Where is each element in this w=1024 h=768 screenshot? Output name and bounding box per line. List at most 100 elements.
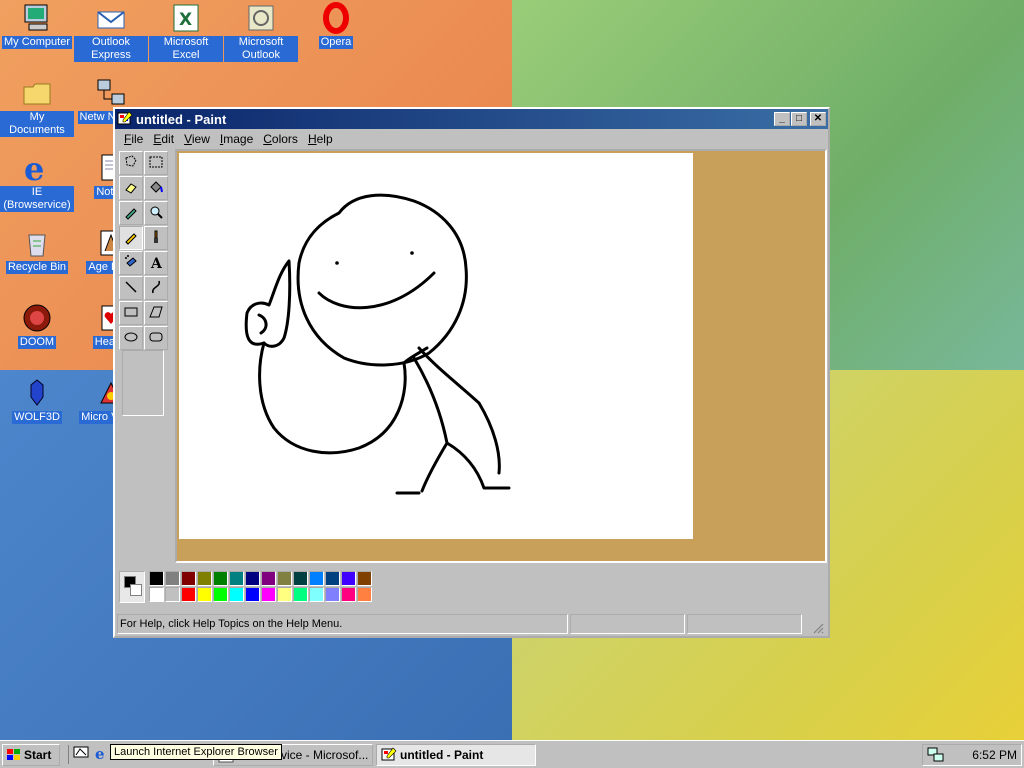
tool-rectangle[interactable] (119, 301, 143, 325)
desktop-icon-label: Outlook Express (74, 36, 148, 62)
tooltip: Launch Internet Explorer Browser (110, 744, 282, 760)
menu-bar: File Edit View Image Colors Help (115, 129, 828, 149)
desktop-icon-opera[interactable]: Opera (299, 2, 373, 49)
tool-airbrush[interactable] (119, 251, 143, 275)
tool-polygon[interactable] (144, 301, 168, 325)
color-swatch[interactable] (229, 587, 244, 602)
desktop-icon-wolf3d[interactable]: WOLF3D (0, 377, 74, 424)
color-swatch[interactable] (197, 587, 212, 602)
clock[interactable]: 6:52 PM (972, 748, 1017, 762)
excel-icon: X (170, 2, 202, 34)
color-swatch[interactable] (277, 571, 292, 586)
color-swatch[interactable] (309, 571, 324, 586)
tool-eraser[interactable] (119, 176, 143, 200)
background-color[interactable] (130, 584, 142, 596)
color-swatch[interactable] (357, 587, 372, 602)
status-size (687, 614, 802, 634)
tool-pencil[interactable] (119, 226, 143, 250)
color-swatch[interactable] (261, 587, 276, 602)
maximize-icon: □ (795, 113, 803, 124)
color-swatch[interactable] (181, 587, 196, 602)
brush-icon (148, 229, 164, 248)
tool-text[interactable]: A (144, 251, 168, 275)
tool-curve[interactable] (144, 276, 168, 300)
desktop-icon-folder[interactable]: My Documents (0, 77, 74, 137)
menu-view[interactable]: View (179, 132, 215, 146)
tool-fill-bucket[interactable] (144, 176, 168, 200)
color-swatch[interactable] (341, 571, 356, 586)
color-swatch[interactable] (357, 571, 372, 586)
color-swatch[interactable] (261, 571, 276, 586)
menu-colors[interactable]: Colors (258, 132, 303, 146)
color-swatch[interactable] (293, 587, 308, 602)
menu-colors-rest: olors (271, 132, 298, 146)
internet-explorer-icon[interactable]: e (93, 745, 109, 764)
tool-line[interactable] (119, 276, 143, 300)
color-swatch[interactable] (197, 571, 212, 586)
color-swatch[interactable] (149, 587, 164, 602)
color-swatch[interactable] (165, 587, 180, 602)
pencil-icon (123, 229, 139, 248)
magnifier-icon (148, 204, 164, 223)
paint-window[interactable]: untitled - Paint _ □ ✕ File Edit View Im… (113, 107, 830, 638)
drawing-canvas[interactable] (179, 153, 693, 539)
color-swatch[interactable] (213, 587, 228, 602)
title-bar[interactable]: untitled - Paint _ □ ✕ (115, 109, 828, 129)
task-paint[interactable]: untitled - Paint (376, 743, 536, 766)
desktop-icon-doom[interactable]: DOOM (0, 302, 74, 349)
menu-help[interactable]: Help (303, 132, 338, 146)
desktop-icon-label: WOLF3D (12, 411, 62, 424)
drawing (244, 193, 511, 495)
tool-select[interactable] (144, 151, 168, 175)
menu-edit-rest: dit (161, 132, 175, 146)
tool-ellipse[interactable] (119, 326, 143, 350)
tool-color-picker[interactable] (119, 201, 143, 225)
desktop-icon-computer[interactable]: My Computer (0, 2, 74, 49)
color-swatch[interactable] (309, 587, 324, 602)
close-icon: ✕ (813, 113, 823, 124)
show-desktop-icon[interactable] (73, 745, 89, 764)
menu-image[interactable]: Image (215, 132, 258, 146)
color-swatch[interactable] (277, 587, 292, 602)
color-swatch[interactable] (245, 587, 260, 602)
desktop-icon-outlook[interactable]: Microsoft Outlook (224, 2, 298, 62)
current-colors[interactable] (119, 571, 145, 603)
maximize-button[interactable]: □ (791, 112, 807, 126)
close-button[interactable]: ✕ (810, 112, 826, 126)
doom-icon (21, 302, 53, 334)
start-button[interactable]: Start (2, 743, 60, 766)
desktop-icon-recycle-bin[interactable]: Recycle Bin (0, 227, 74, 274)
color-swatch[interactable] (341, 587, 356, 602)
svg-text:e: e (24, 152, 44, 184)
color-swatch[interactable] (325, 571, 340, 586)
minimize-button[interactable]: _ (774, 112, 790, 126)
tool-options[interactable] (122, 350, 164, 416)
menu-edit[interactable]: Edit (148, 132, 179, 146)
menu-file-rest: ile (131, 132, 144, 146)
desktop-icon-label: Microsoft Outlook (224, 36, 298, 62)
tool-free-form-select[interactable] (119, 151, 143, 175)
color-swatch[interactable] (213, 571, 228, 586)
window-title: untitled - Paint (136, 111, 227, 127)
desktop-icon-outlook-express[interactable]: Outlook Express (74, 2, 148, 62)
color-swatch[interactable] (181, 571, 196, 586)
color-swatch[interactable] (293, 571, 308, 586)
svg-text:A: A (150, 256, 163, 270)
tool-brush[interactable] (144, 226, 168, 250)
desktop-icon-internet-explorer[interactable]: e IE (Browservice) (0, 152, 74, 212)
network-tray-icon[interactable] (927, 747, 945, 763)
color-swatch[interactable] (165, 571, 180, 586)
start-label: Start (24, 747, 52, 762)
computer-icon (21, 2, 53, 34)
desktop-icon-label: My Documents (0, 111, 74, 137)
color-swatch[interactable] (325, 587, 340, 602)
color-swatch[interactable] (245, 571, 260, 586)
desktop-icon-excel[interactable]: X Microsoft Excel (149, 2, 223, 62)
menu-file[interactable]: File (119, 132, 148, 146)
tool-rounded-rectangle[interactable] (144, 326, 168, 350)
color-picker-icon (123, 204, 139, 223)
tool-magnifier[interactable] (144, 201, 168, 225)
color-swatch[interactable] (229, 571, 244, 586)
color-swatch[interactable] (149, 571, 164, 586)
resize-grip-icon[interactable] (804, 614, 824, 634)
